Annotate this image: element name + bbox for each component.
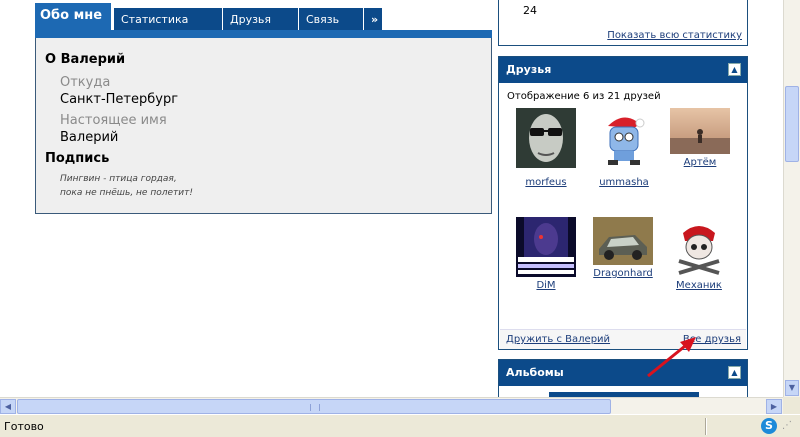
realname-value: Валерий — [60, 130, 119, 145]
tab-contact[interactable]: Связь — [298, 8, 363, 32]
from-label: Откуда — [60, 75, 111, 90]
friends-footer: Дружить с Валерий Все друзья — [500, 329, 746, 349]
friend-morfeus[interactable]: morfeus — [509, 108, 583, 188]
albums-title: Альбомы — [506, 366, 564, 379]
stats-value: 24 — [523, 4, 537, 17]
friend-name[interactable]: DiM — [509, 280, 583, 291]
resize-grip-icon[interactable]: ⋰ — [782, 420, 796, 434]
grip-icon — [310, 404, 320, 411]
robot-santa-avatar-icon[interactable] — [594, 108, 654, 168]
friend-name[interactable]: Артём — [663, 157, 737, 168]
scroll-left-icon[interactable]: ◀ — [0, 399, 16, 414]
vertical-scrollbar[interactable]: ▼ — [783, 0, 800, 397]
albums-header: Альбомы ▲ — [499, 360, 747, 386]
collapse-icon[interactable]: ▲ — [728, 63, 741, 76]
friends-header: Друзья ▲ — [499, 57, 747, 83]
scrollbar-corner — [783, 397, 800, 414]
signature-title: Подпись — [45, 151, 110, 166]
friend-dim[interactable]: DiM — [509, 217, 583, 291]
status-divider — [705, 418, 707, 435]
friend-name[interactable]: ummasha — [587, 177, 661, 188]
tab-friends[interactable]: Друзья — [222, 8, 298, 32]
status-bar: Готово S ⋰ — [0, 414, 800, 437]
horizontal-scrollbar[interactable]: ◀ ▶ — [0, 397, 783, 414]
friend-name[interactable]: Dragonhard — [586, 268, 660, 279]
friends-box: Друзья ▲ Отображение 6 из 21 друзей morf… — [498, 56, 748, 350]
tabs-underline — [35, 30, 492, 38]
albums-box: Альбомы ▲ — [498, 359, 748, 397]
from-value: Санкт-Петербург — [60, 92, 179, 107]
stats-box: 24 Показать всю статистику — [498, 0, 748, 46]
scroll-thumb[interactable] — [17, 399, 611, 414]
collapse-icon[interactable]: ▲ — [728, 366, 741, 379]
friend-name[interactable]: Механик — [662, 280, 736, 291]
skype-icon[interactable]: S — [761, 418, 777, 434]
scroll-thumb[interactable] — [785, 86, 799, 162]
tab-about[interactable]: Обо мне — [35, 3, 111, 33]
friend-name[interactable]: morfeus — [509, 177, 583, 188]
befriend-link[interactable]: Дружить с Валерий — [506, 334, 610, 345]
car-avatar-icon[interactable] — [593, 217, 653, 265]
pirate-skull-avatar-icon[interactable] — [669, 217, 729, 277]
status-text: Готово — [4, 420, 44, 433]
profile-panel: О Валерий Откуда Санкт-Петербург Настоящ… — [35, 38, 492, 214]
sunset-person-avatar-icon[interactable] — [670, 108, 730, 154]
page-viewport: Обо мне Статистика Друзья Связь » О Вале… — [0, 0, 783, 397]
friend-dragonhard[interactable]: Dragonhard — [586, 217, 660, 279]
scroll-down-icon[interactable]: ▼ — [785, 380, 799, 396]
friend-ummasha[interactable]: ummasha — [587, 108, 661, 188]
tab-statistics[interactable]: Статистика — [113, 8, 222, 32]
scroll-right-icon[interactable]: ▶ — [766, 399, 782, 414]
friend-mekhanik[interactable]: Механик — [662, 217, 736, 291]
morpheus-avatar-icon[interactable] — [516, 108, 576, 168]
signature-line: пока не пнёшь, не полетит! — [60, 188, 193, 198]
show-all-stats-link[interactable]: Показать всю статистику — [607, 30, 742, 41]
signature-line: Пингвин - птица гордая, — [60, 174, 177, 184]
friends-count: Отображение 6 из 21 друзей — [507, 91, 661, 102]
friend-artem[interactable]: Артём — [663, 108, 737, 168]
about-title: О Валерий — [45, 52, 126, 67]
tab-more[interactable]: » — [363, 8, 382, 32]
terminator-avatar-icon[interactable] — [516, 217, 576, 277]
friends-title: Друзья — [506, 63, 552, 76]
realname-label: Настоящее имя — [60, 113, 167, 128]
annotation-arrow-icon — [647, 337, 696, 378]
